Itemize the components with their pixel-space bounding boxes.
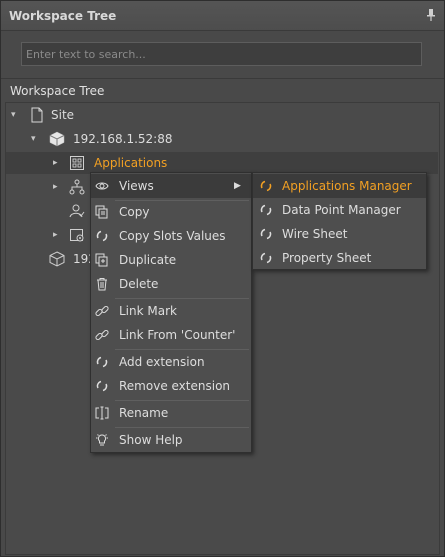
tree-node-settings[interactable]: ▸ xyxy=(53,224,93,246)
submenu-item-label: Applications Manager xyxy=(282,179,412,193)
panel-title: Workspace Tree xyxy=(9,9,117,23)
collapse-arrow-icon[interactable]: ▾ xyxy=(31,128,41,150)
menu-item-link-from-counter[interactable]: Link From 'Counter' xyxy=(91,323,251,347)
rename-icon xyxy=(95,406,109,420)
submenu-arrow-icon: ▶ xyxy=(234,181,241,191)
workspace-tree-panel: Workspace Tree Workspace Tree ▾ Site ▾ 1… xyxy=(0,0,445,557)
menu-item-copy[interactable]: Copy xyxy=(91,200,251,224)
link-icon xyxy=(95,329,109,341)
tree-node-applications[interactable]: ▸ Applications xyxy=(53,152,253,174)
menu-item-label: Link Mark xyxy=(119,304,177,318)
applications-grid-icon xyxy=(70,156,84,170)
menu-item-label: Show Help xyxy=(119,433,183,447)
tree-node-site[interactable]: ▾ Site xyxy=(11,104,211,126)
menu-item-label: Delete xyxy=(119,277,159,291)
expand-arrow-icon[interactable]: ▸ xyxy=(53,224,63,246)
menu-item-rename[interactable]: Rename xyxy=(91,401,251,425)
context-menu: Views ▶ Copy Copy Slots Values Duplicate… xyxy=(90,172,252,453)
menu-item-link-mark[interactable]: Link Mark xyxy=(91,299,251,323)
submenu-item-label: Property Sheet xyxy=(282,251,372,265)
menu-item-label: Views xyxy=(119,179,154,193)
loading-icon xyxy=(260,228,272,240)
copy-icon xyxy=(95,205,108,219)
menu-item-label: Remove extension xyxy=(119,379,231,393)
tree-node-station[interactable]: ▾ 192.168.1.52:88 xyxy=(31,128,251,150)
lightbulb-icon xyxy=(96,434,108,446)
link-icon xyxy=(95,305,109,317)
document-icon xyxy=(31,107,43,123)
trash-icon xyxy=(97,278,107,291)
tree-node-network[interactable]: ▸ xyxy=(53,176,93,198)
menu-item-label: Copy Slots Values xyxy=(119,229,226,243)
menu-item-delete[interactable]: Delete xyxy=(91,272,251,296)
views-submenu: Applications Manager Data Point Manager … xyxy=(252,172,427,270)
submenu-item-label: Wire Sheet xyxy=(282,227,348,241)
submenu-item-data-point-manager[interactable]: Data Point Manager xyxy=(253,198,426,222)
pin-icon[interactable] xyxy=(426,9,436,21)
menu-item-remove-extension[interactable]: Remove extension xyxy=(91,374,251,398)
menu-item-show-help[interactable]: Show Help xyxy=(91,428,251,452)
tree-header: Workspace Tree xyxy=(10,84,105,98)
duplicate-icon xyxy=(95,253,108,267)
menu-item-label: Copy xyxy=(119,205,150,219)
panel-titlebar: Workspace Tree xyxy=(1,1,444,31)
search-input[interactable] xyxy=(22,43,421,65)
divider xyxy=(1,78,444,79)
submenu-item-property-sheet[interactable]: Property Sheet xyxy=(253,246,426,270)
station-cube-icon xyxy=(49,131,65,147)
menu-item-add-extension[interactable]: Add extension xyxy=(91,350,251,374)
menu-item-copy-slots-values[interactable]: Copy Slots Values xyxy=(91,224,251,248)
tree-node-label: 192.168.1.52:88 xyxy=(73,132,173,146)
loading-icon xyxy=(96,230,108,242)
menu-item-label: Duplicate xyxy=(119,253,177,267)
station-cube-icon xyxy=(49,251,65,267)
collapse-arrow-icon[interactable]: ▾ xyxy=(11,104,21,126)
tree-node-label: Site xyxy=(51,108,75,122)
expand-arrow-icon[interactable]: ▸ xyxy=(53,152,63,174)
tree-node-label: Applications xyxy=(94,156,168,170)
loading-icon xyxy=(96,356,108,368)
submenu-item-label: Data Point Manager xyxy=(282,203,401,217)
loading-icon xyxy=(260,204,272,216)
loading-icon xyxy=(260,252,272,264)
user-check-icon xyxy=(69,204,85,218)
menu-item-views[interactable]: Views ▶ xyxy=(91,174,251,198)
tree-node-users[interactable] xyxy=(53,200,93,222)
eye-icon xyxy=(95,182,109,190)
loading-icon xyxy=(96,380,108,392)
submenu-item-applications-manager[interactable]: Applications Manager xyxy=(253,174,426,198)
menu-item-label: Rename xyxy=(119,406,169,420)
menu-item-duplicate[interactable]: Duplicate xyxy=(91,248,251,272)
expand-arrow-icon[interactable]: ▸ xyxy=(53,176,63,198)
menu-item-label: Link From 'Counter' xyxy=(119,328,236,342)
menu-item-label: Add extension xyxy=(119,355,205,369)
submenu-item-wire-sheet[interactable]: Wire Sheet xyxy=(253,222,426,246)
network-icon xyxy=(69,179,85,195)
settings-folder-icon xyxy=(70,229,84,242)
loading-icon xyxy=(260,180,272,192)
search-box xyxy=(21,42,422,66)
